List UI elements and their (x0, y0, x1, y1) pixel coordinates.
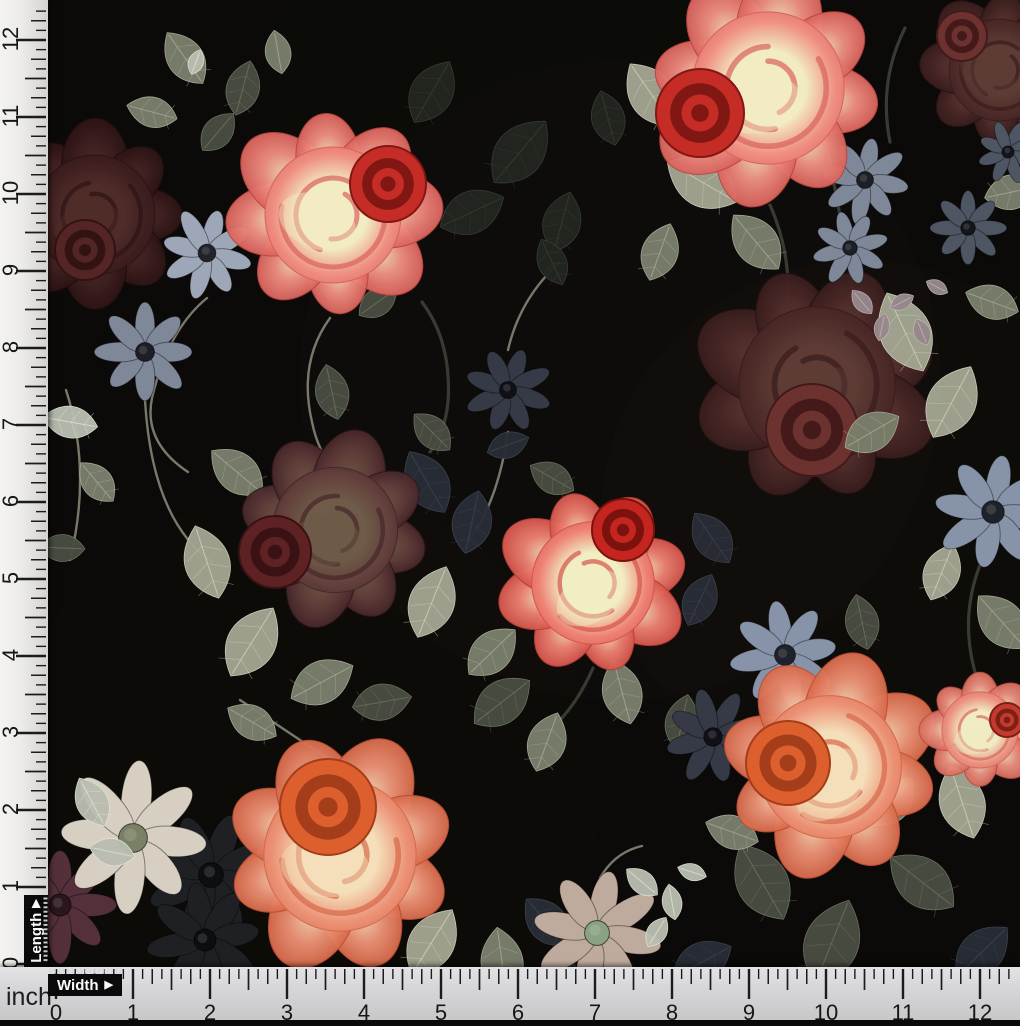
ruler-number: 6 (498, 1000, 538, 1026)
ruler-number: 8 (652, 1000, 692, 1026)
up-arrow-icon: ▶ (31, 899, 42, 907)
horizontal-ruler: 0123456789101112 inch Width ▶ (0, 967, 1020, 1020)
ruler-number: 5 (1, 571, 21, 585)
ruler-number: 2 (190, 1000, 230, 1026)
ruler-number: 4 (1, 648, 21, 662)
ruler-number: 8 (1, 340, 21, 354)
unit-label: inch (6, 983, 52, 1012)
ruler-number: 4 (344, 1000, 384, 1026)
vertical-ruler-ticks (0, 0, 48, 967)
ruler-number: 3 (267, 1000, 307, 1026)
ruler-number: 1 (1, 879, 21, 893)
rose-bud (280, 759, 376, 855)
ruler-number: 1 (113, 1000, 153, 1026)
ruler-number: 10 (1, 178, 21, 208)
rose-bud (766, 384, 858, 476)
ruler-number: 12 (1, 24, 21, 54)
rose-bud (656, 69, 744, 157)
ruler-number: 6 (1, 494, 21, 508)
ruler-number: 7 (575, 1000, 615, 1026)
ruler-number: 10 (806, 1000, 846, 1026)
ruler-number: 5 (421, 1000, 461, 1026)
fabric-print (0, 0, 1020, 1020)
length-label-text: Length (28, 913, 45, 963)
length-label: Length ▶ (24, 895, 48, 967)
rose-bud (55, 220, 115, 280)
rose-bud (592, 499, 654, 561)
ruler-number: 3 (1, 725, 21, 739)
ruler-number: 9 (1, 263, 21, 277)
rose-bud (937, 11, 987, 61)
width-label: Width ▶ (48, 974, 122, 996)
ruler-number: 7 (1, 417, 21, 431)
width-label-text: Width (57, 977, 99, 994)
ruler-number: 2 (1, 802, 21, 816)
rose-bud (350, 146, 426, 222)
rose-bud (990, 703, 1020, 737)
ruler-number: 12 (960, 1000, 1000, 1026)
vertical-ruler: 0123456789101112 Length ▶ (0, 0, 48, 967)
rose-bud (239, 516, 311, 588)
rose-bud (746, 721, 830, 805)
ruler-number: 11 (1, 101, 21, 131)
right-arrow-icon: ▶ (105, 980, 113, 991)
ruler-number: 11 (883, 1000, 923, 1026)
fabric-swatch-mockup: 0123456789101112 Length ▶ 01234567891011… (0, 0, 1020, 1020)
ruler-number: 9 (729, 1000, 769, 1026)
